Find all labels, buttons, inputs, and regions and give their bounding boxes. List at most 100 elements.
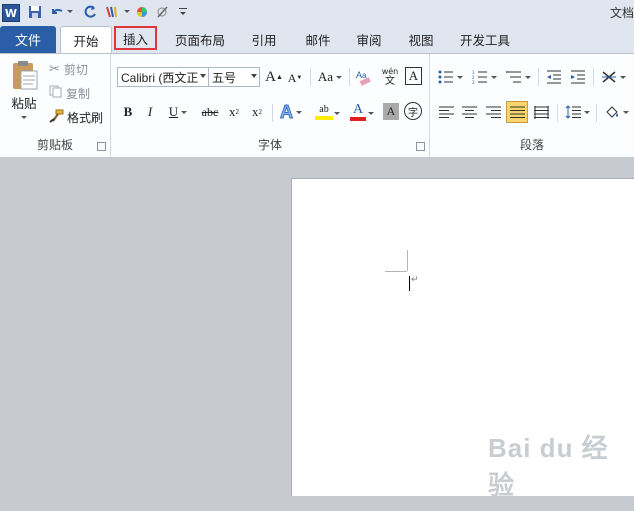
redo-icon[interactable] (83, 3, 97, 20)
superscript-mark: 2 (258, 108, 263, 116)
bullets-button[interactable] (436, 67, 464, 87)
title-bar: W 文档 (0, 0, 634, 25)
cut-label: 剪切 (63, 62, 88, 77)
phonetic-bottom: 文 (385, 76, 395, 87)
clipboard-group: 粘贴 ✂ 剪切 复制 格式刷 剪贴板 (0, 54, 111, 157)
paragraph-group-label: 段落 (519, 138, 544, 152)
tab-developer[interactable]: 开发工具 (452, 26, 518, 52)
watermark-main: Bai du 经验 (488, 433, 609, 500)
multilevel-list-button[interactable] (504, 67, 532, 87)
tab-references[interactable]: 引用 (244, 26, 284, 52)
color-wheel-icon[interactable] (135, 3, 149, 20)
clipboard-launcher-icon[interactable] (97, 142, 106, 151)
word-logo-icon[interactable]: W (2, 4, 20, 22)
numbering-button[interactable]: 123 (470, 67, 498, 87)
chinese-layout-button[interactable] (598, 67, 628, 87)
enclose-characters-button[interactable]: 字 (404, 102, 422, 120)
highlight-swatch (315, 116, 333, 120)
strikethrough-button[interactable]: abc (199, 102, 221, 122)
paste-dropdown-icon[interactable] (18, 112, 30, 122)
align-left-icon[interactable] (436, 102, 456, 122)
text-effects-letter: A (280, 101, 294, 122)
align-center-icon[interactable] (459, 102, 479, 122)
bullets-icon (438, 70, 453, 84)
paintbrush-icon (49, 109, 64, 126)
shading-button[interactable] (602, 102, 630, 122)
numbering-icon: 123 (472, 70, 487, 84)
undo-icon[interactable] (49, 3, 73, 20)
format-brush-quick-icon[interactable] (104, 3, 130, 20)
character-shading-button[interactable]: A (383, 103, 399, 120)
line-spacing-button[interactable] (562, 102, 592, 122)
cut-button[interactable]: ✂ 剪切 (49, 60, 107, 78)
text-cursor (409, 276, 410, 291)
change-case-button[interactable]: Aa (316, 67, 344, 87)
shrink-font-letter: A (287, 70, 297, 85)
tab-review[interactable]: 审阅 (348, 26, 390, 52)
bold-button[interactable]: B (120, 102, 136, 122)
paragraph-group: 123 段落 (430, 54, 634, 157)
divider (349, 68, 350, 86)
draw-icon[interactable] (155, 3, 169, 20)
copy-button[interactable]: 复制 (49, 84, 107, 102)
window-title: 文档 (609, 6, 634, 20)
font-color-dropdown-icon[interactable] (367, 109, 375, 117)
tab-view[interactable]: 视图 (400, 26, 442, 52)
line-spacing-icon (565, 105, 581, 119)
multilevel-list-icon (505, 71, 521, 83)
italic-button[interactable]: I (142, 102, 158, 122)
grow-font-button[interactable]: A ▲ (265, 67, 283, 87)
paragraph-mark-icon: ↵ (411, 275, 419, 285)
font-name-dropdown-icon[interactable] (200, 74, 206, 78)
font-color-swatch (350, 117, 366, 121)
underline-letter: U (168, 104, 179, 119)
phonetic-guide-button[interactable]: wén 文 (379, 66, 401, 88)
font-color-button[interactable]: A (347, 101, 369, 123)
underline-button[interactable]: U (165, 102, 191, 122)
chinese-layout-icon (601, 71, 616, 83)
distributed-icon[interactable] (531, 102, 551, 122)
decrease-indent-icon[interactable] (544, 67, 564, 87)
margin-corner-mark (385, 271, 407, 272)
font-size-combo[interactable]: 五号 (208, 67, 260, 87)
divider (272, 104, 273, 122)
tab-page-layout[interactable]: 页面布局 (168, 26, 232, 52)
tab-home[interactable]: 开始 (60, 26, 112, 54)
clipboard-group-label: 剪贴板 (36, 138, 73, 152)
save-icon[interactable] (27, 3, 43, 20)
ribbon-tabs: 文件 开始 插入 页面布局 引用 邮件 审阅 视图 开发工具 (0, 24, 634, 54)
subscript-button[interactable]: x2 (225, 102, 243, 122)
format-painter-button[interactable]: 格式刷 (49, 108, 109, 126)
grow-font-letter: A (265, 68, 276, 85)
shrink-font-button[interactable]: A ▼ (287, 69, 303, 87)
scissors-icon: ✂ (49, 61, 60, 77)
clear-formatting-icon[interactable]: Aa (354, 66, 374, 88)
paint-bucket-icon (605, 106, 618, 118)
font-name-combo[interactable]: Calibri (西文正 (117, 67, 209, 87)
font-launcher-icon[interactable] (416, 142, 425, 151)
tab-mailings[interactable]: 邮件 (296, 26, 340, 52)
justify-icon[interactable] (506, 101, 528, 123)
copy-label: 复制 (66, 86, 91, 101)
divider (310, 68, 311, 86)
font-color-letter: A (352, 102, 364, 117)
format-painter-label: 格式刷 (67, 110, 104, 125)
font-size-dropdown-icon[interactable] (251, 74, 257, 78)
character-border-letter: A (408, 68, 419, 83)
align-right-icon[interactable] (483, 102, 503, 122)
paste-button[interactable]: 粘贴 (6, 94, 42, 111)
font-group: Calibri (西文正 五号 A ▲ A ▼ Aa Aa wén 文 A B I … (111, 54, 430, 157)
text-effects-button[interactable]: A (277, 101, 305, 123)
superscript-button[interactable]: x2 (248, 102, 266, 122)
character-border-button[interactable]: A (405, 67, 422, 85)
customize-toolbar-icon[interactable] (178, 3, 188, 20)
change-case-label: Aa (317, 69, 334, 84)
tab-insert[interactable]: 插入 (114, 26, 157, 50)
paste-icon[interactable] (6, 58, 42, 92)
increase-indent-icon[interactable] (568, 67, 588, 87)
font-size-value: 五号 (212, 70, 237, 85)
tab-file[interactable]: 文件 (0, 26, 56, 53)
svg-text:3: 3 (472, 80, 475, 84)
highlight-dropdown-icon[interactable] (333, 109, 341, 117)
font-group-label: 字体 (257, 138, 282, 152)
